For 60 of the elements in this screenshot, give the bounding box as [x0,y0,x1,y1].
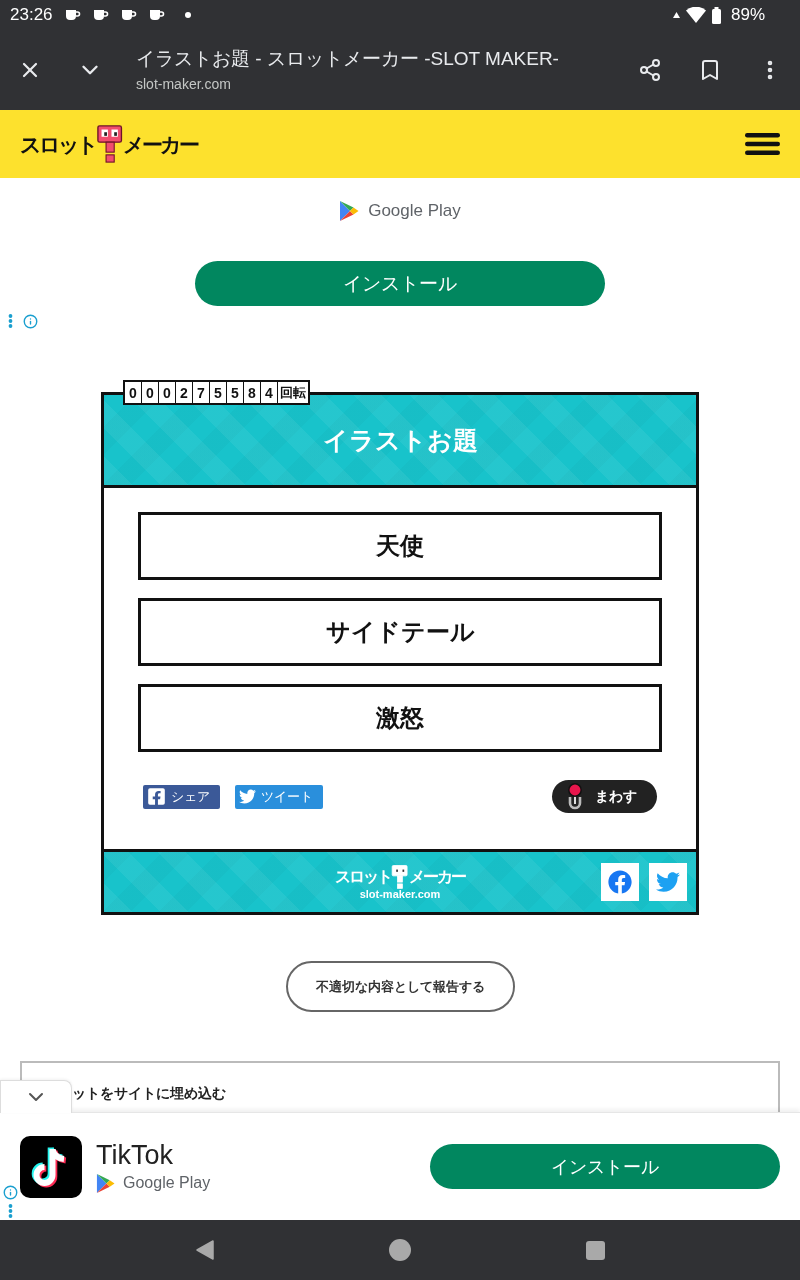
install-button[interactable]: インストール [430,1144,780,1189]
facebook-icon [147,787,166,806]
page-title: イラストお題 - スロットメーカー -SLOT MAKER- [136,47,559,71]
recents-icon[interactable] [585,1240,605,1260]
counter-digit: 0 [159,382,176,403]
battery-percent: 89% [730,5,765,25]
cup-icon [64,9,81,21]
music-note-app-icon [20,1135,82,1198]
counter-digit: 7 [193,382,210,403]
logo-text: メーカー [123,133,198,155]
result-reel: 天使 [138,512,662,580]
counter-digit: 4 [261,382,278,403]
counter-unit: 回転 [279,383,307,402]
report-button[interactable]: 不適切な内容として報告する [285,961,515,1012]
bird-icon[interactable] [649,863,687,901]
wifi-icon [685,7,706,23]
ad-options-icon[interactable] [8,1204,13,1218]
tweet-button[interactable]: ツイート [235,784,323,809]
cup-icon [120,9,137,21]
slot-title: イラストお題 [322,424,478,456]
counter-digit: 0 [142,382,159,403]
store-name: Google Play [368,201,461,221]
status-time: 23:26 [10,5,53,25]
facebook-share-button[interactable]: シェア [143,784,220,809]
notification-dot-icon [184,12,191,18]
counter-digit: 5 [227,382,244,403]
install-button[interactable]: インストール [195,261,605,306]
logo-text: スロット [20,133,96,155]
play-store-icon [339,200,360,222]
counter-digit: 0 [125,382,142,403]
share-icon[interactable] [638,58,662,82]
store-name: Google Play [123,1174,211,1193]
counter-digit: 2 [176,382,193,403]
embed-label: ットをサイトに埋め込む [72,1085,226,1101]
ad-options-icon[interactable] [8,314,13,328]
up-triangle-icon [672,12,680,18]
domain-text: slot-maker.com [359,887,441,900]
home-icon[interactable] [389,1239,411,1261]
menu-icon[interactable] [745,133,780,155]
play-store-icon [96,1173,115,1194]
result-reel: サイドテール [138,598,662,666]
logo-text: メーカー [408,868,465,885]
mascot-icon [391,864,409,889]
logo-text: スロット [335,868,392,885]
mascot-icon [96,125,124,163]
battery-icon [711,6,721,24]
back-icon[interactable] [196,1240,214,1260]
info-icon[interactable] [23,313,38,329]
result-reel: 激怒 [138,684,662,752]
spin-button[interactable]: まわす [552,780,657,813]
counter-digit: 8 [244,382,261,403]
cup-icon [92,9,109,21]
page-url: slot-maker.com [136,75,232,93]
facebook-icon[interactable] [601,863,639,901]
bird-icon [239,788,256,805]
lever-icon [567,783,583,810]
cup-icon [148,9,165,21]
app-name: TikTok [96,1139,174,1172]
counter-digit: 5 [210,382,227,403]
info-icon[interactable] [3,1185,18,1200]
